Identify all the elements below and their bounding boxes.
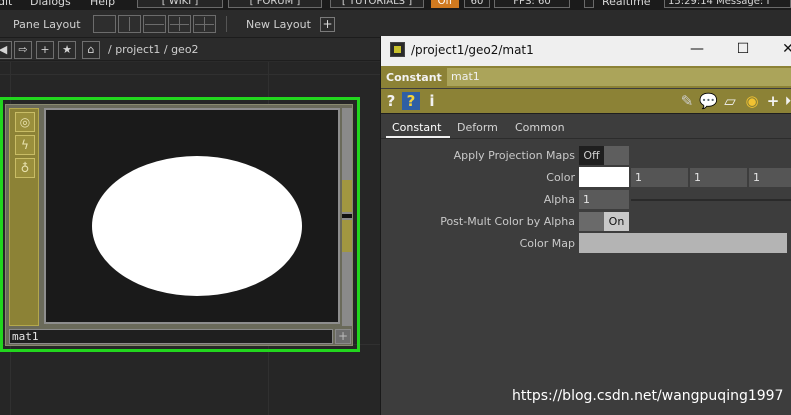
connector-divider xyxy=(342,214,352,218)
apply-projection-maps-toggle[interactable]: Off xyxy=(579,146,629,165)
node-add-icon[interactable]: + xyxy=(335,329,351,344)
node-output-strip xyxy=(342,108,352,326)
fps-readout: FPS: 60 xyxy=(494,0,570,8)
breadcrumb[interactable]: / project1 / geo2 xyxy=(108,43,199,56)
minimize-icon[interactable]: — xyxy=(686,40,708,60)
parameter-window: /project1/geo2/mat1 — ☐ ✕ Constant mat1 … xyxy=(380,36,791,415)
toolbar-divider xyxy=(226,16,227,32)
active-tab-underline xyxy=(386,136,450,138)
forward-icon[interactable]: ⇨ xyxy=(14,41,32,59)
realtime-checkbox[interactable] xyxy=(584,0,594,8)
window-title: /project1/geo2/mat1 xyxy=(411,43,534,57)
color-label: Color xyxy=(546,171,575,184)
menu-help[interactable]: Help xyxy=(90,0,115,8)
mat-node[interactable]: ◎ ϟ ♁ mat1 + xyxy=(5,104,353,346)
add-icon[interactable]: + xyxy=(766,92,780,110)
apply-projection-maps-label: Apply Projection Maps xyxy=(453,149,575,162)
toggle-state-label: On xyxy=(604,212,629,231)
operator-type-bar: Constant mat1 xyxy=(381,66,791,88)
network-path-bar: ◀ ⇨ + ★ ⌂ / project1 / geo2 xyxy=(0,39,380,61)
toggle-state-label: Off xyxy=(579,146,604,165)
post-mult-toggle[interactable]: On xyxy=(579,212,629,231)
pane-layout-bar: Pane Layout New Layout + xyxy=(0,10,791,38)
parameter-tabs: Constant Deform Common xyxy=(381,115,791,139)
tutorials-button[interactable]: [ TUTORIALS ] xyxy=(330,0,424,8)
layout-single-button[interactable] xyxy=(93,15,116,33)
operator-name-input[interactable]: mat1 xyxy=(447,68,791,86)
back-icon[interactable]: ◀ xyxy=(0,41,12,59)
layout-split-vertical-button[interactable] xyxy=(118,15,141,33)
tab-common[interactable]: Common xyxy=(515,121,565,134)
viewer-flag-icon[interactable]: ◎ xyxy=(15,112,35,132)
info-icon[interactable]: i xyxy=(427,92,437,110)
close-icon[interactable]: ✕ xyxy=(777,40,791,60)
add-pane-icon[interactable]: + xyxy=(36,41,54,59)
cook-off-toggle[interactable]: Off xyxy=(431,0,459,8)
watermark: https://blog.csdn.net/wangpuqing1997 xyxy=(512,388,784,404)
bypass-flag-icon[interactable]: ϟ xyxy=(15,135,35,155)
lock-flag-icon[interactable]: ♁ xyxy=(15,158,35,178)
help-icon[interactable]: ? xyxy=(385,92,397,110)
operator-type-label: Constant xyxy=(386,71,442,84)
output-connector[interactable] xyxy=(342,220,352,252)
rendered-ellipse xyxy=(92,156,302,296)
app-icon xyxy=(390,42,405,57)
layout-quad-button[interactable] xyxy=(168,15,191,33)
color-b-field[interactable]: 1 xyxy=(749,168,791,187)
layout-split-horizontal-button[interactable] xyxy=(143,15,166,33)
alpha-slider[interactable] xyxy=(631,199,791,201)
edit-icon[interactable]: ✎ xyxy=(679,92,695,110)
forum-button[interactable]: [ FORUM ] xyxy=(228,0,322,8)
network-editor[interactable]: ◎ ϟ ♁ mat1 + xyxy=(0,62,380,415)
new-layout-button[interactable]: + xyxy=(320,17,335,32)
clear-icon[interactable]: ▱ xyxy=(722,92,738,110)
layout-quad-alt-button[interactable] xyxy=(193,15,216,33)
parameter-icon-bar: ? ? i ✎ 💬 ▱ ◉ + ⏵ xyxy=(381,89,791,114)
color-map-field[interactable] xyxy=(579,233,787,253)
python-icon[interactable]: ◉ xyxy=(743,92,761,110)
star-icon[interactable]: ★ xyxy=(58,41,76,59)
python-help-icon[interactable]: ? xyxy=(402,92,420,110)
realtime-label: Realtime xyxy=(602,0,651,8)
node-name-field[interactable]: mat1 xyxy=(9,329,333,344)
expand-icon[interactable]: ⏵ xyxy=(783,92,791,110)
new-layout-label: New Layout xyxy=(246,18,311,31)
message-readout: 15:29:14 Message: I xyxy=(664,0,791,8)
color-r-field[interactable]: 1 xyxy=(631,168,688,187)
color-g-field[interactable]: 1 xyxy=(690,168,747,187)
alpha-field[interactable]: 1 xyxy=(579,190,629,209)
menu-edit[interactable]: dit xyxy=(0,0,12,8)
tab-deform[interactable]: Deform xyxy=(457,121,498,134)
output-connector[interactable] xyxy=(342,180,352,212)
window-title-bar[interactable]: /project1/geo2/mat1 — ☐ ✕ xyxy=(381,36,791,66)
comment-icon[interactable]: 💬 xyxy=(699,92,718,110)
grid-line xyxy=(0,74,380,75)
toggle-knob xyxy=(579,212,604,231)
toggle-knob xyxy=(604,146,629,165)
color-map-label: Color Map xyxy=(519,237,575,250)
color-swatch[interactable] xyxy=(579,167,629,187)
fps-target-field[interactable]: 60 xyxy=(464,0,490,8)
wiki-button[interactable]: [ WIKI ] xyxy=(137,0,223,8)
post-mult-label: Post-Mult Color by Alpha xyxy=(440,215,575,228)
maximize-icon[interactable]: ☐ xyxy=(732,40,754,60)
node-viewer[interactable] xyxy=(44,108,340,324)
home-icon[interactable]: ⌂ xyxy=(82,41,100,59)
menu-dialogs[interactable]: Dialogs xyxy=(30,0,71,8)
node-flag-strip: ◎ ϟ ♁ xyxy=(9,108,39,326)
tab-constant[interactable]: Constant xyxy=(392,121,441,134)
menu-bar: dit Dialogs Help [ WIKI ] [ FORUM ] [ TU… xyxy=(0,0,791,10)
pane-layout-label: Pane Layout xyxy=(13,18,81,31)
alpha-label: Alpha xyxy=(543,193,575,206)
